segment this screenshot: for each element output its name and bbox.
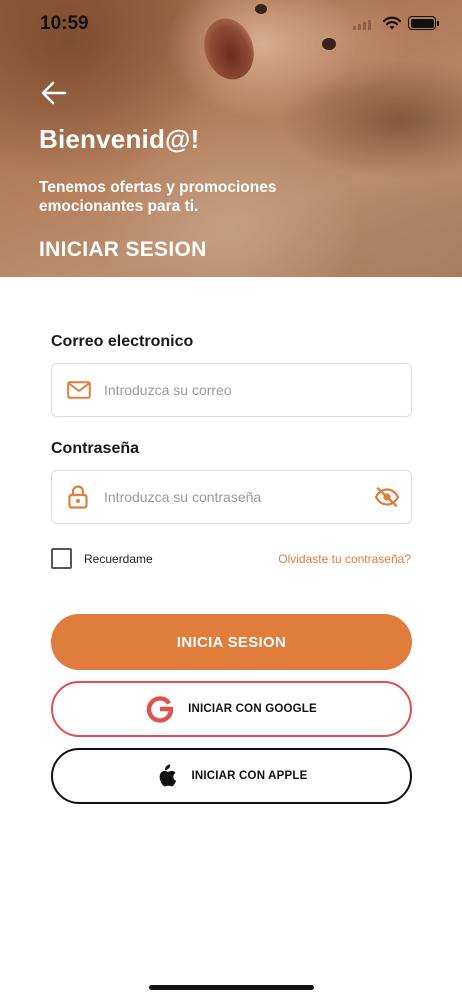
apple-icon — [160, 764, 177, 787]
email-field-container[interactable] — [51, 363, 412, 417]
apple-login-button[interactable]: INICIAR CON APPLE — [51, 748, 412, 804]
signal-icon — [353, 20, 371, 30]
battery-icon — [408, 16, 439, 30]
remember-label[interactable]: Recuerdame — [84, 552, 153, 566]
google-login-label: INICIAR CON GOOGLE — [188, 703, 317, 715]
password-input[interactable] — [104, 471, 366, 523]
page-subtitle: Tenemos ofertas y promociones emocionant… — [39, 179, 277, 215]
eye-off-icon[interactable] — [374, 487, 400, 507]
login-button-label: INICIA SESION — [176, 633, 287, 651]
section-title: INICIAR SESION — [39, 238, 207, 261]
google-login-button[interactable]: INICIAR CON GOOGLE — [51, 681, 412, 737]
apple-login-label: INICIAR CON APPLE — [191, 770, 308, 782]
password-label: Contraseña — [51, 440, 140, 457]
google-icon — [146, 696, 174, 723]
email-input[interactable] — [104, 364, 366, 416]
status-time: 10:59 — [40, 13, 89, 34]
password-field-container[interactable] — [51, 470, 412, 524]
remember-checkbox[interactable] — [51, 548, 72, 569]
wifi-icon — [382, 16, 402, 30]
back-arrow-icon[interactable] — [40, 80, 68, 106]
email-label: Correo electronico — [51, 333, 194, 350]
status-bar: 10:59 — [0, 0, 462, 48]
lock-icon — [68, 485, 88, 509]
page-title: Bienvenid@! — [39, 124, 200, 154]
hero-banner: 10:59 Bienvenid@! Tenemos ofertas y prom… — [0, 0, 462, 277]
mail-icon — [67, 381, 91, 399]
forgot-password-link[interactable]: Olvidaste tu contraseña? — [278, 552, 411, 566]
home-indicator — [149, 985, 314, 990]
login-button[interactable]: INICIA SESION — [51, 614, 412, 670]
